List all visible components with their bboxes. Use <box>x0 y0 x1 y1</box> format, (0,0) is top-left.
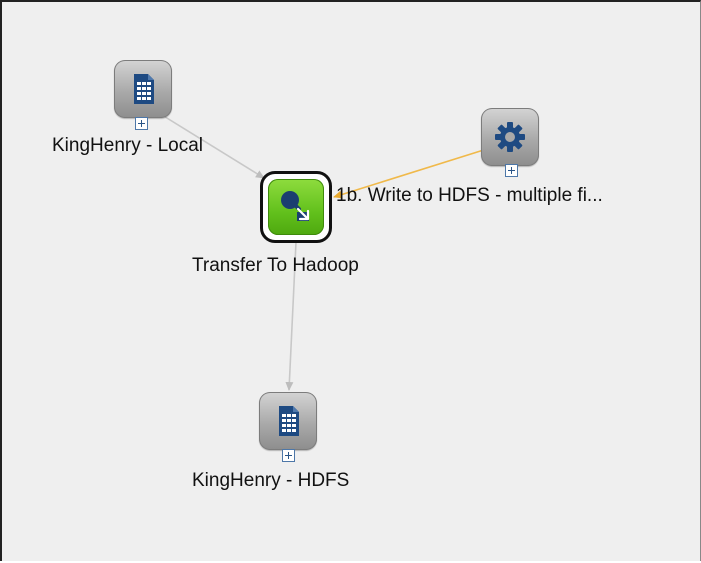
node-label: KingHenry - Local <box>52 135 204 156</box>
node-label: KingHenry - HDFS <box>192 470 350 491</box>
diagram-canvas[interactable]: KingHenry - Local 1b. Write to HDFS - mu… <box>0 0 701 561</box>
expand-plus-icon[interactable] <box>135 117 148 130</box>
expand-plus-icon[interactable] <box>282 449 295 462</box>
dataset-icon[interactable] <box>114 60 172 118</box>
node-label: Transfer To Hadoop <box>192 255 359 276</box>
node-label: 1b. Write to HDFS - multiple fi... <box>336 185 603 206</box>
expand-plus-icon[interactable] <box>505 164 518 177</box>
transfer-icon[interactable] <box>268 179 324 235</box>
dataset-icon[interactable] <box>259 392 317 450</box>
edge-layer <box>161 114 491 391</box>
gear-icon[interactable] <box>481 108 539 166</box>
